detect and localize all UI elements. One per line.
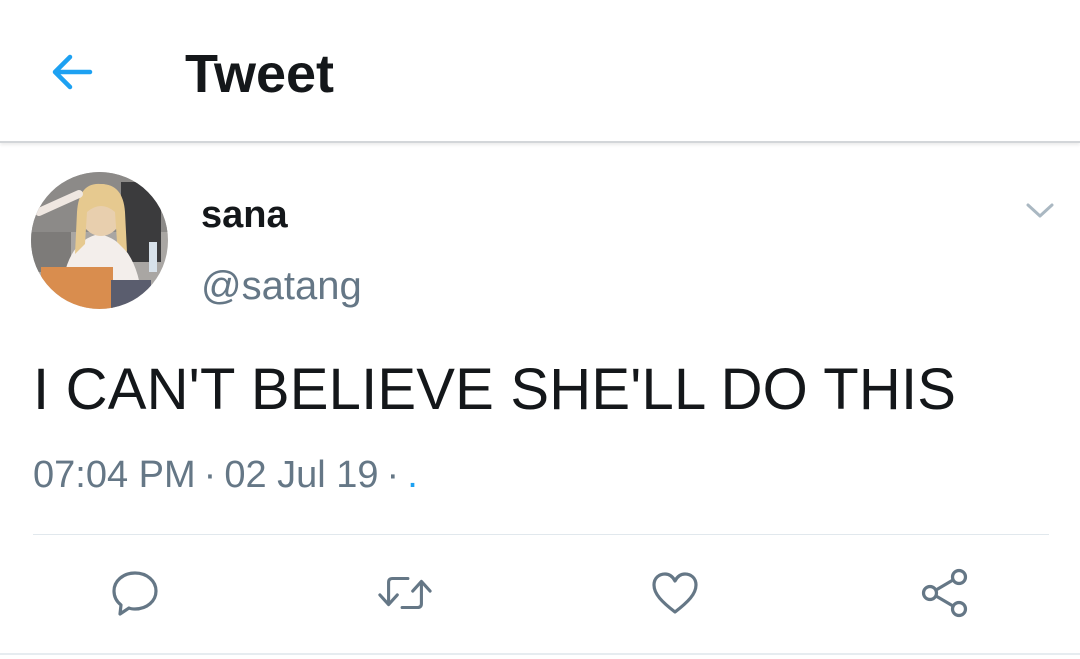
share-button[interactable]: [917, 565, 973, 621]
like-button[interactable]: [647, 565, 703, 621]
divider: [33, 534, 1049, 535]
reply-icon: [112, 571, 158, 616]
meta-separator: ·: [386, 454, 400, 496]
tweet-metadata: 07:04 PM · 02 Jul 19 ·.: [33, 452, 418, 498]
retweet-button[interactable]: [377, 565, 433, 621]
retweet-icon: [378, 576, 432, 610]
avatar[interactable]: [31, 172, 168, 309]
bottom-border: [0, 653, 1080, 655]
top-app-bar: Tweet: [0, 0, 1080, 143]
arrow-left-icon: [52, 54, 93, 90]
like-icon: [652, 572, 698, 614]
tweet-time: 07:04 PM: [33, 454, 196, 496]
back-button[interactable]: [44, 44, 100, 100]
reply-button[interactable]: [107, 565, 163, 621]
meta-separator: ·: [203, 454, 217, 496]
tweet-text: I CAN'T BELIEVE SHE'LL DO THIS: [33, 357, 957, 422]
share-icon: [921, 568, 968, 618]
tweet-date: 02 Jul 19: [224, 454, 379, 496]
tweet-options-button[interactable]: [1018, 194, 1062, 228]
chevron-down-icon: [1026, 203, 1054, 218]
author-handle[interactable]: @satang: [201, 262, 362, 310]
profile-photo: [31, 172, 168, 309]
tweet-source-link[interactable]: .: [407, 454, 418, 496]
author-display-name[interactable]: sana: [201, 193, 288, 237]
page-title: Tweet: [185, 44, 335, 104]
